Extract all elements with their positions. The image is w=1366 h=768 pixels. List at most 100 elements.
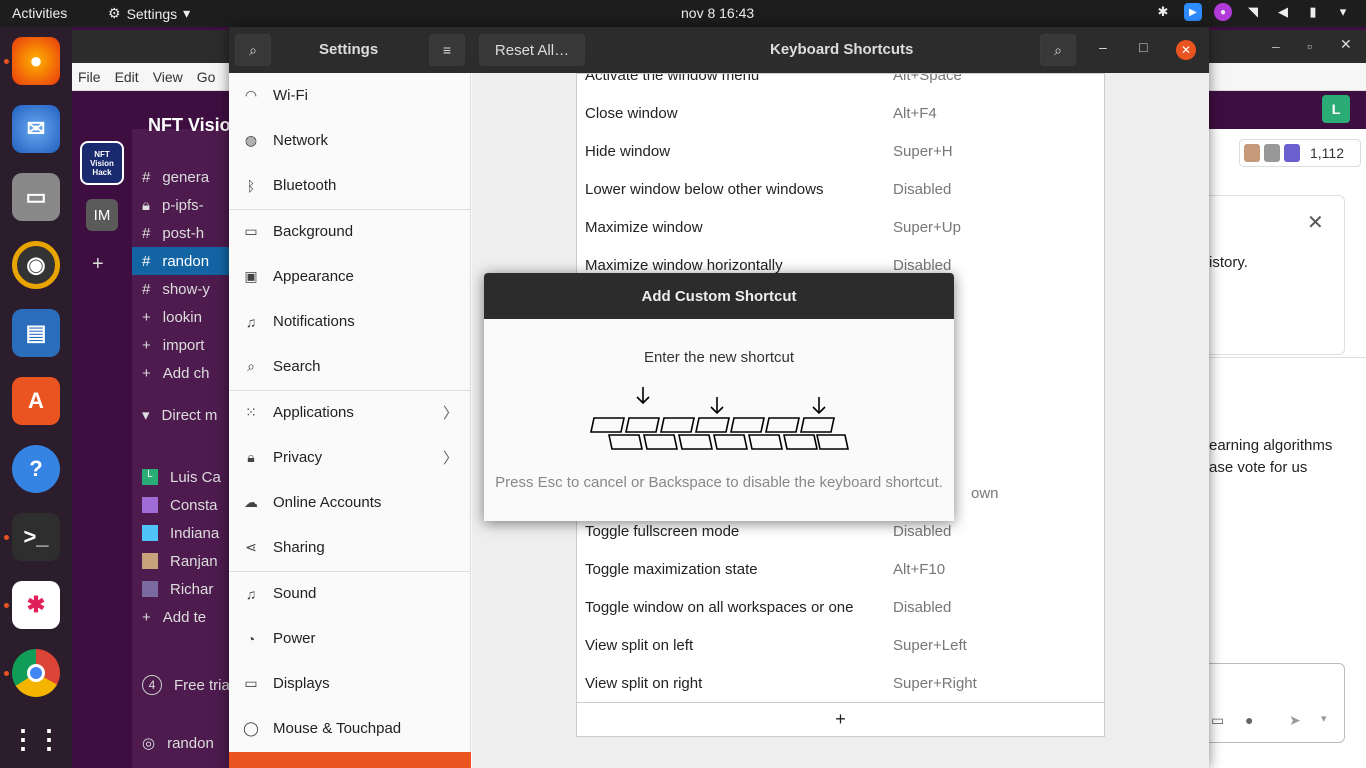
zoom-tray-icon[interactable]: ▶: [1184, 3, 1202, 21]
sidebar-item-sound[interactable]: ♫ Sound: [229, 571, 471, 616]
close-icon[interactable]: ✕: [1340, 36, 1352, 53]
wifi-icon: ◠: [244, 87, 258, 103]
sidebar-item-notifications[interactable]: ♫ Notifications: [229, 299, 471, 344]
help-icon[interactable]: ?: [12, 445, 60, 493]
terminal-icon[interactable]: >_: [12, 513, 60, 561]
battery-tray-icon[interactable]: ▮: [1304, 3, 1322, 21]
search-button[interactable]: ⌕: [235, 34, 271, 66]
message-composer[interactable]: ▭ ● ➤ ▾: [1209, 663, 1345, 743]
sidebar-item-search[interactable]: ⌕ Search: [229, 344, 471, 389]
sidebar-item-displays[interactable]: ▭ Displays: [229, 661, 471, 706]
reset-all-button[interactable]: Reset All…: [479, 34, 585, 66]
shortcut-row[interactable]: Toggle maximization state Alt+F10: [577, 550, 1104, 588]
system-tray[interactable]: ✱ ▶ ● ◥ ◀ ▮ ▾: [1154, 3, 1352, 21]
sidebar-item-label: Sharing: [273, 539, 325, 556]
shortcut-key: Super+Left: [893, 636, 967, 654]
chevron-down-icon[interactable]: ▾: [1321, 712, 1327, 725]
chevron-down-icon: ▾: [183, 5, 191, 21]
member-count-button[interactable]: 1,112: [1239, 139, 1361, 167]
app-menu[interactable]: ⚙ Settings ▾: [108, 5, 190, 22]
sidebar-item-power[interactable]: ◔ Power: [229, 616, 471, 661]
add-shortcut-button[interactable]: +: [576, 702, 1105, 737]
show-apps-icon[interactable]: ⋮⋮: [10, 715, 62, 763]
workspace-logo[interactable]: NFT Vision Hack: [80, 141, 124, 185]
shortcut-row[interactable]: Maximize window Super+Up: [577, 208, 1104, 246]
shortcut-key: Super+Up: [893, 218, 961, 236]
add-custom-shortcut-dialog: Add Custom Shortcut Enter the new shortc…: [484, 273, 954, 521]
sidebar-item-label: Search: [273, 358, 321, 375]
shortcut-row[interactable]: Hide window Super+H: [577, 132, 1104, 170]
menu-edit[interactable]: Edit: [115, 69, 139, 85]
volume-tray-icon[interactable]: ◀: [1274, 3, 1292, 21]
sidebar-item-privacy[interactable]: 🔒︎ Privacy 〉: [229, 435, 471, 480]
sidebar-item-keyboard-shortcuts-selected[interactable]: [229, 752, 471, 768]
shortcut-row[interactable]: Close window Alt+F4: [577, 94, 1104, 132]
avatar[interactable]: L: [1322, 95, 1350, 123]
wifi-tray-icon[interactable]: ◥: [1244, 3, 1262, 21]
power-menu-icon[interactable]: ▾: [1334, 3, 1352, 21]
rhythmbox-icon[interactable]: ◉: [12, 241, 60, 289]
panel-search-button[interactable]: ⌕: [1040, 34, 1076, 66]
bluetooth-icon: ᛒ: [246, 177, 256, 194]
shortcut-row[interactable]: View split on right Super+Right: [577, 664, 1104, 702]
hash-icon: #: [142, 280, 151, 298]
minimize-icon[interactable]: –: [1272, 38, 1280, 54]
maximize-icon[interactable]: □: [1139, 39, 1147, 55]
workspace-name[interactable]: NFT Visio: [148, 115, 231, 136]
sidebar-item-network[interactable]: ◍ Network: [229, 118, 471, 163]
shortcut-row[interactable]: Lower window below other windows Disabled: [577, 170, 1104, 208]
firefox-icon[interactable]: ●: [12, 37, 60, 85]
shortcut-row[interactable]: Activate the window menu Alt+Space: [577, 74, 1104, 94]
workspace-badge[interactable]: IM: [86, 199, 118, 231]
libreoffice-writer-icon[interactable]: ▤: [12, 309, 60, 357]
clock[interactable]: nov 8 16:43: [681, 5, 754, 21]
avatar: [142, 497, 158, 513]
sidebar-item-online-accounts[interactable]: ☁ Online Accounts: [229, 480, 471, 525]
restore-icon[interactable]: ▫: [1307, 38, 1312, 54]
software-center-icon[interactable]: A: [12, 377, 60, 425]
shortcut-name: View split on left: [585, 636, 694, 654]
files-icon[interactable]: ▭: [12, 173, 60, 221]
shortcut-row[interactable]: View split on left Super+Left: [577, 626, 1104, 664]
sidebar-item-label: Wi-Fi: [273, 87, 308, 104]
add-workspace-icon[interactable]: +: [92, 253, 104, 276]
sidebar-item-appearance[interactable]: ▣ Appearance: [229, 254, 471, 299]
appearance-icon: ▣: [244, 268, 258, 284]
shortcut-row[interactable]: Toggle window on all workspaces or one Di…: [577, 588, 1104, 626]
dialog-prompt: Enter the new shortcut: [643, 349, 795, 366]
sidebar-item-background[interactable]: ▭ Background: [229, 209, 471, 254]
menu-file[interactable]: File: [78, 69, 101, 85]
thunderbird-icon[interactable]: ✉: [12, 105, 60, 153]
trial-count-badge: 4: [142, 675, 162, 695]
close-icon[interactable]: ✕: [1307, 210, 1324, 235]
activities-button[interactable]: Activities: [12, 5, 67, 21]
menu-view[interactable]: View: [153, 69, 183, 85]
shortcut-key: Super+H: [893, 142, 953, 160]
hamburger-icon: ≡: [442, 42, 452, 58]
sidebar-item-applications[interactable]: ⁙ Applications 〉: [229, 390, 471, 435]
avatar: [1264, 144, 1280, 162]
shortcut-name: Close window: [585, 104, 678, 122]
video-icon[interactable]: ▭: [1211, 712, 1224, 729]
message-text: earning algorithms: [1209, 437, 1333, 454]
slack-tray-icon[interactable]: ✱: [1154, 3, 1172, 21]
menu-go[interactable]: Go: [197, 69, 216, 85]
chrome-icon[interactable]: [12, 649, 60, 697]
minimize-icon[interactable]: –: [1099, 39, 1107, 55]
sidebar-item-mouse-touchpad[interactable]: ◯ Mouse & Touchpad: [229, 706, 471, 751]
shortcut-name: Toggle maximization state: [585, 560, 758, 578]
close-icon[interactable]: ✕: [1176, 40, 1196, 60]
sidebar-item-sharing[interactable]: ⋖ Sharing: [229, 525, 471, 570]
sidebar-item-wifi[interactable]: ◠ Wi-Fi: [229, 73, 471, 118]
sidebar-item-bluetooth[interactable]: ᛒ Bluetooth: [229, 163, 471, 208]
hash-icon: #: [142, 168, 151, 186]
hamburger-menu-button[interactable]: ≡: [429, 34, 465, 66]
send-icon[interactable]: ➤: [1289, 712, 1301, 729]
message-text: ase vote for us: [1209, 459, 1308, 476]
gear-icon: ⚙: [108, 5, 121, 21]
shortcut-key: own: [971, 484, 999, 502]
running-indicator: [4, 671, 9, 676]
color-picker-tray-icon[interactable]: ●: [1214, 3, 1232, 21]
slack-icon[interactable]: ✱: [12, 581, 60, 629]
microphone-icon[interactable]: ●: [1245, 712, 1253, 728]
